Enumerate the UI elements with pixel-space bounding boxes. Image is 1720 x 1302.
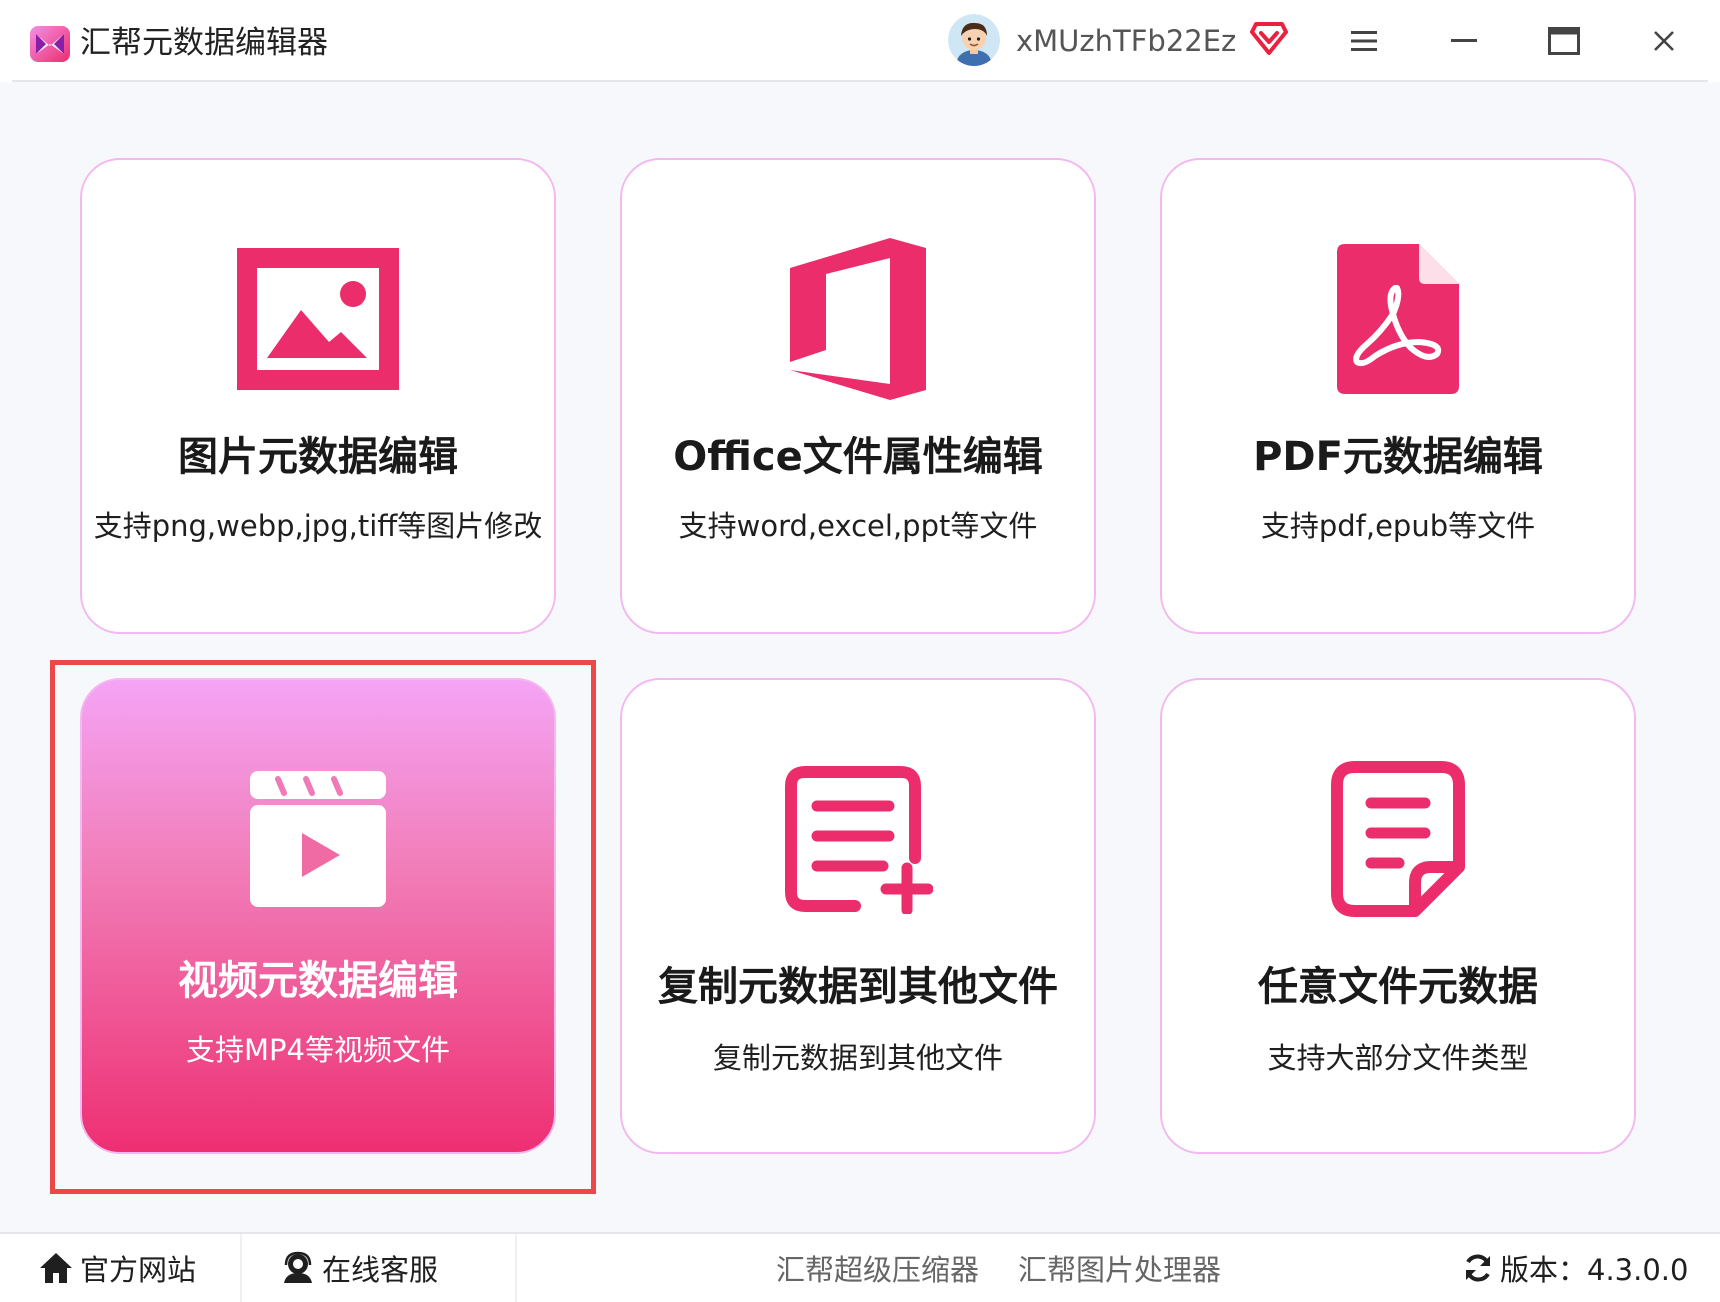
card-description: 支持word,excel,ppt等文件 (678, 509, 1038, 543)
official-website-link[interactable]: 官方网站 (38, 1234, 196, 1302)
card-video-metadata[interactable]: 视频元数据编辑 支持MP4等视频文件 (80, 678, 556, 1154)
user-avatar[interactable] (948, 14, 1000, 66)
card-title: 图片元数据编辑 (178, 434, 458, 480)
minimize-icon (1451, 39, 1477, 42)
hamburger-menu-icon (1351, 31, 1377, 51)
close-button[interactable] (1636, 18, 1692, 64)
app-logo-icon (30, 26, 70, 62)
customer-service-icon (284, 1251, 312, 1283)
home-icon (40, 1253, 72, 1283)
footer-divider (515, 1234, 517, 1302)
card-description: 支持大部分文件类型 (1267, 1041, 1529, 1075)
username[interactable]: xMUzhTFb22Ez (1016, 20, 1236, 62)
online-service-label: 在线客服 (322, 1253, 439, 1287)
pdf-icon (1337, 244, 1459, 394)
main-panel: 图片元数据编辑 支持png,webp,jpg,tiff等图片修改 Office文… (0, 82, 1720, 1232)
document-add-icon (785, 766, 933, 914)
card-any-file-metadata[interactable]: 任意文件元数据 支持大部分文件类型 (1160, 678, 1636, 1154)
card-title: Office文件属性编辑 (673, 434, 1043, 480)
version-label: 版本：4.3.0.0 (1500, 1253, 1689, 1287)
maximize-icon (1548, 27, 1580, 55)
image-processor-app-link[interactable]: 汇帮图片处理器 (1018, 1234, 1221, 1302)
office-icon (790, 238, 926, 400)
card-description: 支持MP4等视频文件 (186, 1033, 450, 1067)
official-website-label: 官方网站 (80, 1253, 197, 1287)
footer-bar: 官方网站 在线客服 汇帮超级压缩器 汇帮图片处理器 版本：4.3.0.0 (0, 1232, 1720, 1302)
online-service-link[interactable]: 在线客服 (280, 1234, 438, 1302)
version-info[interactable]: 版本：4.3.0.0 (1462, 1234, 1688, 1302)
video-clapper-icon (250, 771, 386, 907)
refresh-icon (1466, 1254, 1490, 1282)
minimize-button[interactable] (1436, 18, 1492, 64)
card-description: 支持pdf,epub等文件 (1260, 509, 1536, 543)
maximize-button[interactable] (1536, 18, 1592, 64)
close-icon (1654, 31, 1674, 51)
card-title: PDF元数据编辑 (1253, 434, 1543, 480)
image-icon (237, 248, 399, 390)
card-title: 视频元数据编辑 (178, 958, 458, 1004)
card-title: 任意文件元数据 (1258, 964, 1538, 1010)
menu-button[interactable] (1336, 18, 1392, 64)
document-lines-icon (1331, 761, 1465, 917)
card-pdf-metadata[interactable]: PDF元数据编辑 支持pdf,epub等文件 (1160, 158, 1636, 634)
compressor-app-link[interactable]: 汇帮超级压缩器 (776, 1234, 979, 1302)
card-title: 复制元数据到其他文件 (658, 964, 1058, 1010)
avatar-icon (948, 14, 1000, 66)
card-image-metadata[interactable]: 图片元数据编辑 支持png,webp,jpg,tiff等图片修改 (80, 158, 556, 634)
title-bar: 汇帮元数据编辑器 xMUzhTFb22Ez (0, 0, 1720, 82)
footer-divider (240, 1234, 242, 1302)
app-title: 汇帮元数据编辑器 (80, 25, 328, 61)
card-description: 支持png,webp,jpg,tiff等图片修改 (93, 509, 543, 543)
vip-diamond-icon[interactable] (1250, 20, 1288, 56)
card-description: 复制元数据到其他文件 (712, 1041, 1003, 1075)
card-copy-metadata[interactable]: 复制元数据到其他文件 复制元数据到其他文件 (620, 678, 1096, 1154)
card-office-properties[interactable]: Office文件属性编辑 支持word,excel,ppt等文件 (620, 158, 1096, 634)
